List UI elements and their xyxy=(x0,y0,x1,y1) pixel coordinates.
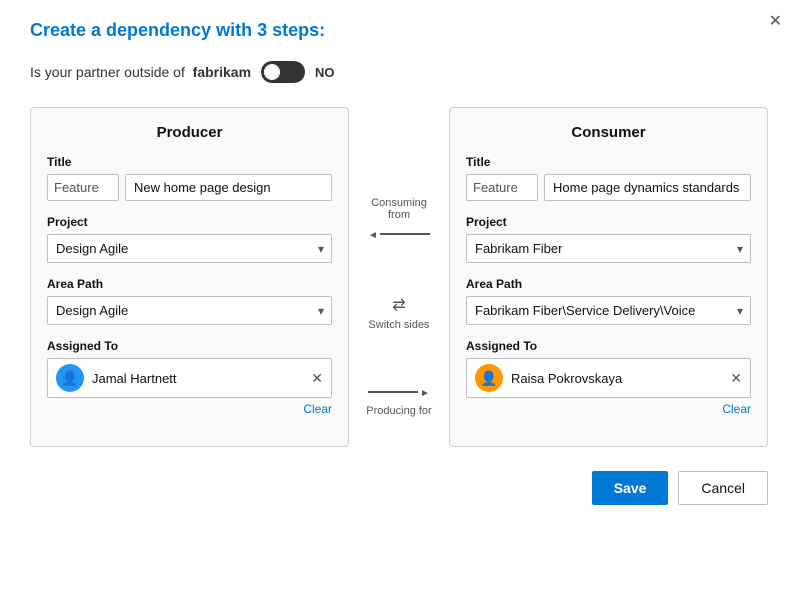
dialog: ✕ Create a dependency with 3 steps: Is y… xyxy=(0,0,798,612)
consumer-avatar: 👤 xyxy=(475,364,503,392)
consumer-clear-link[interactable]: Clear xyxy=(466,402,751,416)
producer-panel: Producer Title Feature New home page des… xyxy=(30,107,349,447)
consumer-project-wrapper: Fabrikam Fiber xyxy=(466,234,751,263)
consumer-project-select[interactable]: Fabrikam Fiber xyxy=(466,234,751,263)
consuming-from-label: Consuming from xyxy=(359,197,439,221)
producer-assigned-group: Assigned To 👤 Jamal Hartnett ✕ Clear xyxy=(47,339,332,416)
producer-area-group: Area Path Design Agile xyxy=(47,277,332,325)
producer-area-select[interactable]: Design Agile xyxy=(47,296,332,325)
producer-assigned-label: Assigned To xyxy=(47,339,332,353)
producer-assigned-clear-btn[interactable]: ✕ xyxy=(311,371,323,385)
producer-assigned-field: 👤 Jamal Hartnett ✕ xyxy=(47,358,332,398)
consumer-panel: Consumer Title Feature Home page dynamic… xyxy=(449,107,768,447)
consuming-from-section: Consuming from xyxy=(359,197,439,243)
producer-title-type: Feature xyxy=(47,174,119,201)
consumer-area-label: Area Path xyxy=(466,277,751,291)
consumer-assigned-field: 👤 Raisa Pokrovskaya ✕ xyxy=(466,358,751,398)
columns-wrapper: Producer Title Feature New home page des… xyxy=(30,107,768,447)
consumer-project-group: Project Fabrikam Fiber xyxy=(466,215,751,263)
producer-assigned-name: Jamal Hartnett xyxy=(92,371,303,386)
producer-project-select[interactable]: Design Agile xyxy=(47,234,332,263)
cancel-button[interactable]: Cancel xyxy=(678,471,768,505)
middle-column: Consuming from ⇄ Switch sides Producing … xyxy=(349,107,449,447)
dialog-title: Create a dependency with 3 steps: xyxy=(30,20,768,41)
producer-avatar: 👤 xyxy=(56,364,84,392)
partner-label: Is your partner outside of fabrikam xyxy=(30,64,251,80)
producer-area-wrapper: Design Agile xyxy=(47,296,332,325)
arrow-body xyxy=(380,233,430,235)
consumer-project-label: Project xyxy=(466,215,751,229)
close-button[interactable]: ✕ xyxy=(769,14,782,30)
toggle-label: NO xyxy=(315,65,335,80)
switch-icon: ⇄ xyxy=(392,295,405,315)
footer: Save Cancel xyxy=(30,471,768,505)
producer-project-label: Project xyxy=(47,215,332,229)
producing-arrow-body xyxy=(368,391,418,393)
consuming-from-arrow xyxy=(368,225,430,243)
consumer-area-wrapper: Fabrikam Fiber\Service Delivery\Voice xyxy=(466,296,751,325)
arrow-left-icon xyxy=(368,225,378,243)
consumer-title-label: Title xyxy=(466,155,751,169)
consumer-panel-title: Consumer xyxy=(466,124,751,141)
switch-sides-label: Switch sides xyxy=(368,319,429,331)
producer-area-label: Area Path xyxy=(47,277,332,291)
producer-panel-title: Producer xyxy=(47,124,332,141)
consumer-title-type: Feature xyxy=(466,174,538,201)
partner-row: Is your partner outside of fabrikam NO xyxy=(30,61,768,83)
switch-sides-group[interactable]: ⇄ Switch sides xyxy=(368,295,429,331)
consumer-assigned-name: Raisa Pokrovskaya xyxy=(511,371,722,386)
consumer-area-select[interactable]: Fabrikam Fiber\Service Delivery\Voice xyxy=(466,296,751,325)
consumer-assigned-clear-btn[interactable]: ✕ xyxy=(730,371,742,385)
consumer-title-group: Title Feature Home page dynamics standar… xyxy=(466,155,751,201)
producer-clear-link[interactable]: Clear xyxy=(47,402,332,416)
producing-for-label: Producing for xyxy=(366,405,431,417)
producer-title-label: Title xyxy=(47,155,332,169)
arrow-right-icon xyxy=(420,383,430,401)
save-button[interactable]: Save xyxy=(592,471,669,505)
consumer-assigned-group: Assigned To 👤 Raisa Pokrovskaya ✕ Clear xyxy=(466,339,751,416)
consumer-title-value[interactable]: Home page dynamics standards xyxy=(544,174,751,201)
producer-title-group: Title Feature New home page design xyxy=(47,155,332,201)
outside-partner-toggle[interactable] xyxy=(261,61,305,83)
producing-for-arrow xyxy=(368,383,430,401)
producing-for-section: Producing for xyxy=(366,383,431,417)
producer-project-group: Project Design Agile xyxy=(47,215,332,263)
producer-project-wrapper: Design Agile xyxy=(47,234,332,263)
producer-title-value[interactable]: New home page design xyxy=(125,174,332,201)
consumer-assigned-label: Assigned To xyxy=(466,339,751,353)
consumer-area-group: Area Path Fabrikam Fiber\Service Deliver… xyxy=(466,277,751,325)
